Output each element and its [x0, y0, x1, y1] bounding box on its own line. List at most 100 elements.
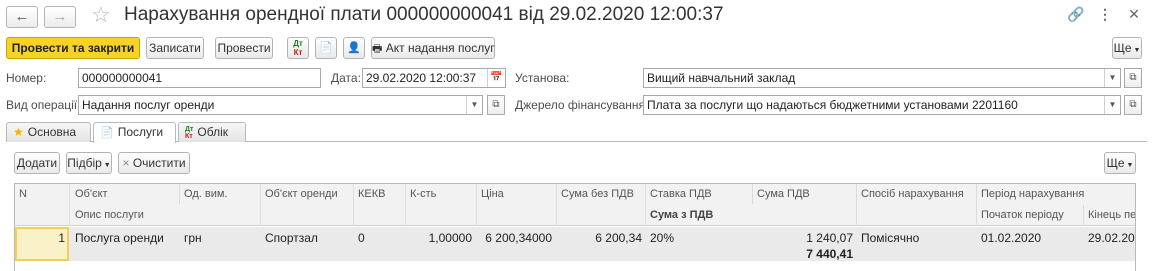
open-icon: ⧉ [1129, 72, 1137, 83]
cell-sum-no-vat[interactable]: 6 200,34 [558, 231, 642, 245]
header-period-end: Кінець пе [1088, 209, 1136, 221]
kt-label: Кт [293, 48, 303, 57]
col-divider [856, 184, 857, 226]
col-divider [556, 184, 557, 226]
institution-field[interactable]: Вищий навчальний заклад ▼ [643, 68, 1121, 88]
clear-button[interactable]: × Очистити [118, 152, 190, 174]
cell-price[interactable]: 6 200,34000 [478, 231, 552, 245]
date-value: 29.02.2020 12:00:37 [366, 71, 477, 85]
arrow-right-icon: → [52, 8, 68, 25]
cell-object[interactable]: Послуга оренди [75, 231, 164, 245]
col-divider [260, 184, 261, 226]
operation-value: Надання послуг оренди [82, 98, 215, 112]
calendar-icon[interactable]: 📅 [487, 69, 505, 87]
header-unit: Од. вим. [184, 188, 228, 200]
printer-icon: 🖶 [372, 43, 383, 55]
header-period-start: Початок періоду [981, 209, 1064, 221]
act-button[interactable]: 🖶 Акт надання послуг [371, 37, 495, 59]
header-sum-with-vat: Сума з ПДВ [650, 209, 714, 221]
tab-accounting[interactable]: Дт Кт Облік [178, 122, 246, 142]
link-icon[interactable]: 🔗 [1066, 6, 1086, 23]
header-n: N [19, 188, 27, 200]
col-divider [405, 184, 406, 226]
grid-more-button[interactable]: Ще ▼ [1104, 152, 1136, 174]
act-button-label: Акт надання послуг [385, 41, 495, 55]
open-funding-button[interactable]: ⧉ [1124, 95, 1142, 115]
header-vat-sum: Сума ПДВ [757, 188, 810, 200]
cell-period-start[interactable]: 01.02.2020 [981, 231, 1041, 245]
chevron-down-icon[interactable]: ▼ [1104, 69, 1120, 87]
col-divider [69, 184, 70, 226]
header-sum-no-vat: Сума без ПДВ [561, 188, 634, 200]
window-title: Нарахування орендної плати 000000000041 … [124, 4, 724, 25]
col-divider [476, 184, 477, 226]
services-table[interactable]: N Об'єкт Од. вим. Об'єкт оренди КЕКВ К-с… [14, 183, 1136, 271]
cell-unit[interactable]: грн [184, 231, 202, 245]
chevron-down-icon[interactable]: ▼ [1104, 96, 1120, 114]
dt-label: Дт [293, 39, 303, 48]
header-period: Період нарахування [981, 188, 1085, 200]
funding-label: Джерело фінансування: [515, 98, 649, 112]
dt-kt-button[interactable]: Дт Кт [287, 37, 309, 59]
funding-field[interactable]: Плата за послуги що надаються бюджетними… [643, 95, 1121, 115]
col-divider [752, 184, 753, 204]
user-card-button[interactable]: 👤 [343, 37, 365, 59]
date-field[interactable]: 29.02.2020 12:00:37 📅 [362, 68, 506, 88]
save-button[interactable]: Записати [146, 37, 204, 59]
number-label: Номер: [6, 71, 47, 85]
header-kekv: КЕКВ [358, 188, 386, 200]
open-operation-button[interactable]: ⧉ [487, 95, 505, 115]
document-icon: 📄 [319, 42, 333, 54]
favorite-star-icon[interactable]: ☆ [91, 2, 111, 28]
cell-qty[interactable]: 1,00000 [407, 231, 472, 245]
pick-button[interactable]: Підбір ▼ [66, 152, 112, 174]
cell-period-end[interactable]: 29.02.202 [1088, 231, 1135, 245]
clear-label: Очистити [132, 156, 186, 170]
document-print-button[interactable]: 📄 [315, 37, 337, 59]
operation-field[interactable]: Надання послуг оренди ▼ [78, 95, 483, 115]
number-field[interactable]: 000000000041 [78, 68, 321, 88]
header-rent-object: Об'єкт оренди [265, 188, 338, 200]
more-button[interactable]: Ще ▼ [1112, 37, 1142, 59]
chevron-down-icon: ▼ [1124, 162, 1134, 169]
institution-label: Установа: [515, 71, 570, 85]
forward-button[interactable]: → [44, 6, 76, 28]
chevron-down-icon[interactable]: ▼ [466, 96, 482, 114]
tab-services[interactable]: 📄 Послуги [93, 122, 176, 143]
cell-rent-object[interactable]: Спортзал [265, 231, 318, 245]
pick-label: Підбір [67, 156, 102, 170]
more-label: Ще [1113, 41, 1132, 55]
user-card-icon: 👤 [347, 42, 361, 54]
tab-main[interactable]: ★ Основна [6, 122, 91, 142]
cell-total[interactable]: 7 440,41 [754, 247, 853, 261]
back-button[interactable]: ← [6, 6, 38, 28]
cell-n[interactable]: 1 [19, 231, 65, 245]
col-divider [976, 184, 977, 226]
operation-label: Вид операції: [6, 98, 81, 112]
date-label: Дата: [331, 71, 361, 85]
open-institution-button[interactable]: ⧉ [1124, 68, 1142, 88]
open-icon: ⧉ [1129, 99, 1137, 110]
post-button[interactable]: Провести [215, 37, 273, 59]
document-icon: 📄 [100, 127, 114, 139]
arrow-left-icon: ← [14, 8, 30, 25]
clear-x-icon: × [122, 156, 133, 170]
header-qty: К-сть [410, 188, 437, 200]
header-vat-rate: Ставка ПДВ [650, 188, 712, 200]
add-button[interactable]: Додати [14, 152, 60, 174]
col-divider [1083, 205, 1084, 226]
dt-kt-icon: Дт Кт [185, 126, 194, 141]
cell-vat-rate[interactable]: 20% [650, 231, 674, 245]
col-divider [353, 184, 354, 226]
header-method: Спосіб нарахування [861, 188, 964, 200]
tab-services-label: Послуги [117, 125, 164, 139]
grid-more-label: Ще [1106, 156, 1125, 170]
cell-method[interactable]: Помісячно [861, 231, 919, 245]
open-icon: ⧉ [492, 99, 500, 110]
cell-vat-sum[interactable]: 1 240,07 [754, 231, 853, 245]
close-icon[interactable]: ✕ [1124, 6, 1144, 23]
chevron-down-icon: ▼ [101, 162, 111, 169]
post-and-close-button[interactable]: Провести та закрити [6, 37, 140, 59]
more-vert-icon[interactable]: ⋮ [1095, 6, 1115, 23]
cell-kekv[interactable]: 0 [358, 231, 365, 245]
